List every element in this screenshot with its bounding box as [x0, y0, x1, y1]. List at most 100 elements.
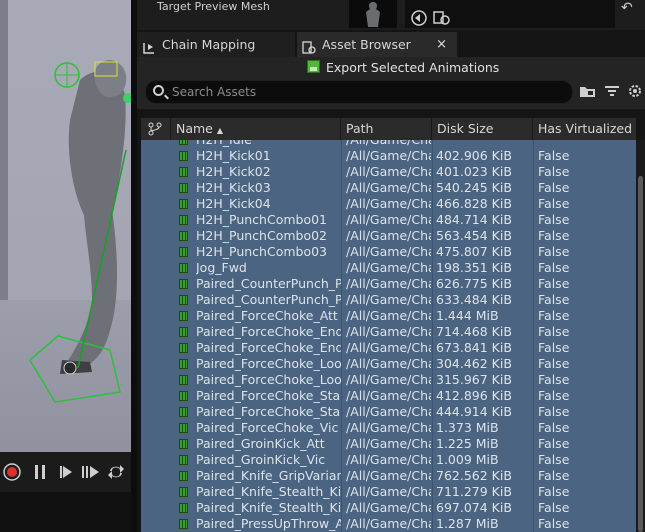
asset-has-virtualized: False	[538, 516, 570, 531]
table-row[interactable]: H2H_PunchCombo02/All/Game/Cha 563.454 KiB…	[141, 228, 636, 244]
asset-name: Paired_ForceChoke_Loop	[196, 372, 341, 387]
close-icon[interactable]: ×	[436, 32, 447, 57]
browse-asset-icon[interactable]	[433, 10, 451, 29]
animation-asset-icon	[179, 471, 188, 481]
table-row[interactable]: H2H_Kick04/All/Game/Cha 466.828 KiB False	[141, 196, 636, 212]
target-preview-mesh-label: Target Preview Mesh	[157, 0, 270, 13]
asset-has-virtualized: False	[538, 148, 570, 163]
table-row[interactable]: Paired_GroinKick_Att/All/Game/Cha 1.225 M…	[141, 436, 636, 452]
table-row[interactable]: Paired_Knife_Stealth_Kill/All/Game/Cha 71…	[141, 484, 636, 500]
table-row[interactable]: Paired_Knife_Stealth_Kill/All/Game/Cha 69…	[141, 500, 636, 516]
asset-path: /All/Game/Cha	[346, 372, 431, 387]
column-name[interactable]: Name ▲	[171, 118, 341, 140]
tab-label: Asset Browser	[322, 37, 411, 52]
asset-path: /All/Game/Cha	[346, 468, 431, 483]
asset-type-icon	[148, 122, 162, 136]
table-row[interactable]: Paired_CounterPunch_Pa/All/Game/Cha 633.4…	[141, 292, 636, 308]
table-row[interactable]: H2H_PunchCombo01/All/Game/Cha 484.714 KiB…	[141, 212, 636, 228]
asset-name: Paired_Knife_GripVariant	[196, 468, 341, 483]
asset-name: H2H_Kick01	[196, 148, 271, 163]
asset-path: /All/Game/Cha	[346, 212, 431, 227]
viewport[interactable]	[0, 0, 131, 532]
vertical-scrollbar[interactable]	[636, 140, 645, 532]
asset-path: /All/Game/Cha	[346, 484, 431, 499]
column-type[interactable]	[141, 118, 171, 140]
asset-disk-size: 444.914 KiB	[436, 404, 512, 419]
table-row[interactable]: Paired_ForceChoke_Start/All/Game/Cha 412.…	[141, 388, 636, 404]
asset-has-virtualized: False	[538, 356, 570, 371]
asset-name: Paired_ForceChoke_Vic	[196, 420, 339, 435]
table-row[interactable]: H2H_Kick01/All/Game/Cha 402.906 KiB False	[141, 148, 636, 164]
asset-name: H2H_PunchCombo01	[196, 212, 327, 227]
table-row[interactable]: Paired_ForceChoke_Loop/All/Game/Cha 304.4…	[141, 356, 636, 372]
record-icon[interactable]	[2, 462, 22, 482]
animation-asset-icon	[179, 215, 188, 225]
folder-view-icon[interactable]	[579, 83, 597, 99]
table-row[interactable]: Paired_ForceChoke_Loop/All/Game/Cha 315.9…	[141, 372, 636, 388]
asset-disk-size: 198.351 KiB	[436, 260, 512, 275]
table-row[interactable]: H2H_Kick03/All/Game/Cha 540.245 KiB False	[141, 180, 636, 196]
asset-name: H2H_Kick02	[196, 164, 271, 179]
table-row[interactable]: Paired_CounterPunch_Pa/All/Game/Cha 626.7…	[141, 276, 636, 292]
asset-has-virtualized: False	[538, 420, 570, 435]
search-box[interactable]	[145, 80, 573, 104]
mesh-thumbnail[interactable]	[349, 0, 397, 28]
table-row[interactable]: H2H_Idle /All/Game/Cha	[141, 140, 636, 148]
table-row[interactable]: Paired_ForceChoke_End_ /All/Game/Cha 673.8…	[141, 340, 636, 356]
asset-name: Paired_GroinKick_Vic	[196, 452, 326, 467]
filter-icon[interactable]	[603, 83, 621, 99]
asset-path: /All/Game/Cha	[346, 164, 431, 179]
table-row[interactable]: Paired_GroinKick_Vic/All/Game/Cha 1.009 M…	[141, 452, 636, 468]
asset-has-virtualized: False	[538, 324, 570, 339]
pause-icon[interactable]	[30, 462, 50, 482]
table-row[interactable]: H2H_Kick02/All/Game/Cha 401.023 KiB False	[141, 164, 636, 180]
asset-path: /All/Game/Cha	[346, 244, 431, 259]
scrollbar-thumb[interactable]	[638, 176, 643, 532]
asset-has-virtualized: False	[538, 260, 570, 275]
table-row[interactable]: Paired_ForceChoke_Att/All/Game/Cha 1.444 …	[141, 308, 636, 324]
asset-has-virtualized: False	[538, 292, 570, 307]
search-icon	[153, 85, 164, 96]
table-row[interactable]: Paired_Knife_GripVariant/All/Game/Cha 762…	[141, 468, 636, 484]
export-selected-animations-button[interactable]: Export Selected Animations	[307, 59, 499, 77]
details-panel-top: Target Preview Mesh ↶	[137, 0, 645, 30]
column-has-virtualized[interactable]: Has Virtualized D	[533, 118, 636, 140]
asset-name: H2H_Kick04	[196, 196, 271, 211]
sort-ascending-icon: ▲	[216, 126, 224, 135]
column-disk-size[interactable]: Disk Size	[432, 118, 533, 140]
table-row[interactable]: Paired_PressUpThrow_A/All/Game/Cha 1.287 …	[141, 516, 636, 532]
asset-disk-size: 540.245 KiB	[436, 180, 512, 195]
table-row[interactable]: Jog_Fwd/All/Game/Cha 198.351 KiB False	[141, 260, 636, 276]
animation-asset-icon	[179, 295, 188, 305]
settings-gear-icon[interactable]	[626, 83, 644, 99]
asset-disk-size: 412.896 KiB	[436, 388, 512, 403]
asset-table-body[interactable]: H2H_Idle /All/Game/Cha H2H_Kick01/All/Ga…	[141, 140, 636, 532]
tab-label: Chain Mapping	[162, 37, 256, 52]
table-row[interactable]: H2H_PunchCombo03/All/Game/Cha 475.807 KiB…	[141, 244, 636, 260]
search-input[interactable]	[172, 81, 562, 103]
step-forward-icon[interactable]	[80, 462, 100, 482]
asset-has-virtualized: False	[538, 452, 570, 467]
asset-name: H2H_PunchCombo02	[196, 228, 327, 243]
browse-back-icon[interactable]	[411, 10, 427, 29]
table-row[interactable]: Paired_ForceChoke_End_ /All/Game/Cha 714.4…	[141, 324, 636, 340]
loop-icon[interactable]	[106, 462, 126, 482]
animation-asset-icon	[179, 263, 188, 273]
play-forward-icon[interactable]	[57, 462, 77, 482]
tab-asset-browser[interactable]: Asset Browser ×	[297, 32, 457, 57]
asset-disk-size: 633.484 KiB	[436, 292, 512, 307]
asset-disk-size: 563.454 KiB	[436, 228, 512, 243]
tab-chain-mapping[interactable]: Chain Mapping	[137, 32, 295, 57]
asset-has-virtualized: False	[538, 228, 570, 243]
chain-mapping-icon	[142, 38, 156, 54]
animation-asset-icon	[179, 423, 188, 433]
column-path[interactable]: Path	[341, 118, 432, 140]
tab-bar: Chain Mapping Asset Browser ×	[137, 30, 645, 57]
animation-asset-icon	[179, 167, 188, 177]
asset-disk-size: 475.807 KiB	[436, 244, 512, 259]
asset-name: Paired_GroinKick_Att	[196, 436, 325, 451]
table-row[interactable]: Paired_ForceChoke_Start/All/Game/Cha 444.…	[141, 404, 636, 420]
table-row[interactable]: Paired_ForceChoke_Vic/All/Game/Cha 1.373 …	[141, 420, 636, 436]
character-preview	[29, 59, 131, 403]
reset-arrow-icon[interactable]: ↶	[621, 0, 633, 16]
